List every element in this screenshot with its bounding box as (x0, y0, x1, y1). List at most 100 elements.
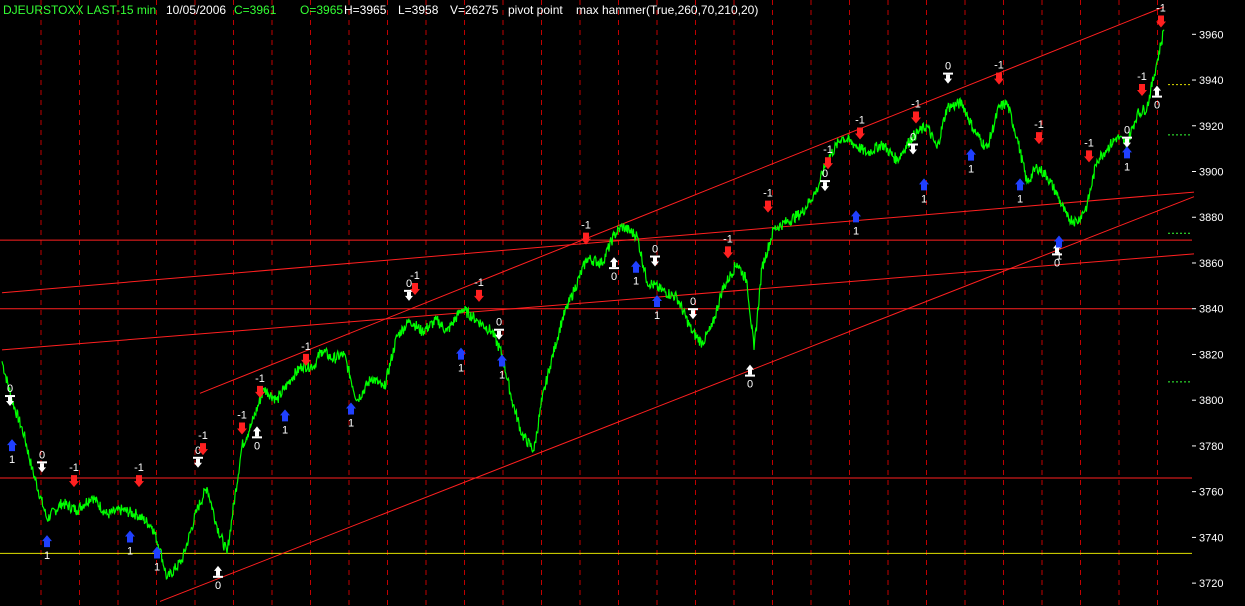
signal-label: 1 (968, 164, 974, 176)
symbol-label: DJEURSTOXX LAST-15 min (3, 3, 157, 17)
signal-marker: -1 (134, 462, 144, 488)
signal-marker: 0 (745, 364, 755, 391)
bar-mark (193, 456, 203, 459)
signal-marker: 0 (609, 257, 619, 283)
signal-label: 1 (154, 562, 160, 574)
signal-label: -1 (855, 114, 865, 126)
down-arrow-icon (38, 463, 46, 473)
signal-marker: 1 (919, 178, 929, 205)
indicator-pivot-label: pivot point (508, 3, 563, 17)
signal-label: 0 (1154, 100, 1160, 112)
signal-label: 0 (39, 449, 45, 461)
y-tick-label: 3800 (1199, 395, 1223, 407)
signal-label: -1 (723, 233, 733, 245)
signal-label: 1 (127, 546, 133, 558)
signal-marker: 1 (1122, 146, 1132, 173)
horizontal-levels (0, 239, 1192, 554)
up-arrow-icon (966, 148, 976, 161)
low-label: L=3958 (398, 3, 439, 17)
down-arrow-icon (134, 475, 144, 488)
down-arrow-icon (763, 200, 773, 213)
signal-marker: -1 (255, 373, 265, 398)
up-arrow-icon (7, 439, 17, 452)
down-arrow-icon (255, 385, 265, 398)
price-series (1, 29, 1165, 580)
signal-label: 0 (496, 317, 502, 329)
signal-marker: -1 (69, 462, 79, 488)
up-arrow-icon (42, 535, 52, 548)
signal-label: 1 (44, 550, 50, 562)
signal-label: 1 (458, 363, 464, 375)
bar-mark (820, 180, 830, 183)
down-arrow-icon (301, 353, 311, 366)
up-arrow-icon (631, 260, 641, 273)
bar-mark (688, 308, 698, 311)
down-arrow-icon (723, 246, 733, 259)
trendline (159, 196, 1195, 602)
signal-label: -1 (994, 60, 1004, 72)
signal-marker: 0 (688, 296, 698, 320)
signal-marker: -1 (581, 220, 591, 245)
up-arrow-icon (746, 364, 754, 375)
up-arrow-icon (1153, 85, 1161, 96)
signal-marker: 1 (7, 439, 17, 466)
signal-label: 1 (348, 417, 354, 429)
y-tick-label: 3880 (1199, 212, 1223, 224)
signal-label: 1 (9, 454, 15, 466)
signal-marker: 1 (851, 210, 861, 237)
y-tick-label: 3740 (1199, 532, 1223, 544)
signal-label: 1 (921, 193, 927, 205)
signal-marker: 1 (42, 535, 52, 562)
y-tick-label: 3760 (1199, 487, 1223, 499)
signal-label: 0 (7, 383, 13, 395)
signal-label: 0 (652, 244, 658, 256)
up-arrow-icon (346, 402, 356, 415)
up-arrow-icon (125, 530, 135, 543)
signal-marker: -1 (1137, 71, 1147, 97)
signal-marker: 1 (631, 260, 641, 288)
price-line (1, 29, 1165, 580)
signal-label: 1 (853, 225, 859, 237)
y-tick-label: 3780 (1199, 441, 1223, 453)
signal-marker: 1 (966, 148, 976, 176)
close-label: C=3961 (234, 3, 277, 17)
right-level-dashes (1168, 84, 1192, 383)
y-tick-label: 3900 (1199, 167, 1223, 179)
signal-marker: 0 (650, 244, 660, 267)
down-arrow-icon (237, 422, 247, 435)
down-arrow-icon (911, 111, 921, 124)
trendline (1, 253, 1195, 351)
signal-marker: -1 (763, 188, 773, 213)
signal-marker: -1 (1084, 137, 1094, 163)
signal-marker: 1 (346, 402, 356, 429)
down-arrow-icon (909, 145, 917, 155)
up-arrow-icon (280, 409, 290, 422)
down-arrow-icon (69, 475, 79, 488)
signal-label: 0 (945, 61, 951, 73)
up-arrow-icon (253, 426, 261, 437)
signal-label: 1 (1124, 161, 1130, 173)
signal-label: 0 (910, 132, 916, 144)
signal-label: 0 (690, 296, 696, 308)
y-tick-label: 3860 (1199, 258, 1223, 270)
signal-label: -1 (255, 373, 265, 385)
signal-label: -1 (581, 220, 591, 232)
signal-marker: 0 (252, 426, 262, 452)
signal-label: -1 (69, 462, 79, 474)
up-arrow-icon (214, 565, 222, 576)
signal-label: 0 (1124, 125, 1130, 137)
up-arrow-icon (1122, 146, 1132, 159)
signal-label: -1 (301, 341, 311, 353)
signal-label: 1 (654, 310, 660, 322)
y-tick-label: 3940 (1199, 75, 1223, 87)
trendlines (1, 6, 1195, 602)
signal-marker: 0 (820, 168, 830, 192)
down-arrow-icon (1137, 84, 1147, 97)
signal-marker: 0 (1152, 85, 1162, 112)
signal-marker: -1 (911, 98, 921, 124)
signal-label: 0 (254, 440, 260, 452)
signal-label: 1 (282, 424, 288, 436)
signal-label: -1 (474, 277, 484, 289)
bar-mark (908, 143, 918, 146)
chart-window: 0 1 0 1 -1 1 -1 1 0 -1 0 -1 0 -1 1 -1 1 0 -1 1 -1 0 1 -1 0 1 0 1 0 -1… (0, 0, 1245, 606)
